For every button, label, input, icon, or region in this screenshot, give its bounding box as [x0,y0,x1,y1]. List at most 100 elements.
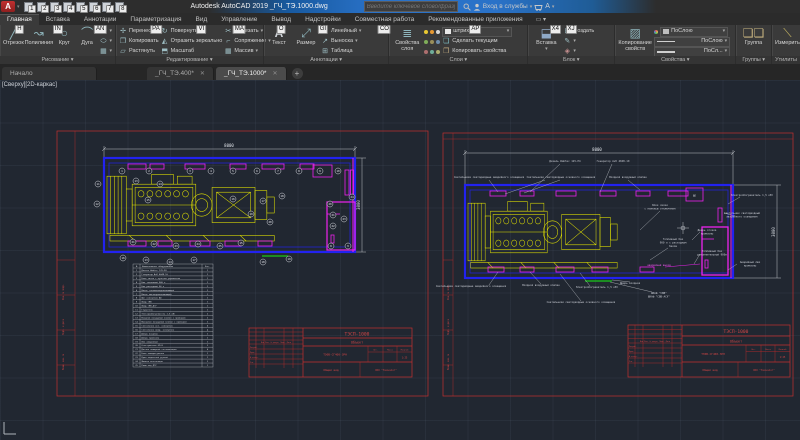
table-button[interactable]: ⊞Таблица [321,47,361,56]
qat-button[interactable]: 5 [76,2,86,12]
mirror-button[interactable]: ◭Отразить зеркально [161,37,223,46]
keytip-badge: 5 [80,5,87,13]
qat-button[interactable]: 8 [115,2,125,12]
rotate-button[interactable]: ↻Повернуть [161,27,223,36]
close-tab-icon[interactable]: ✕ [200,70,205,77]
svg-text:Генератор AvK 4048.10: Генератор AvK 4048.10 [142,273,169,276]
svg-text:Входной воздушный клапан: Входной воздушный клапан [609,175,647,179]
ribbon-tab-featured-apps[interactable]: Рекомендованные приложенияAP [421,15,529,25]
color-dropdown[interactable]: ПоСлою▾ [660,27,728,37]
measure-button[interactable]: ⟍Измерить [775,26,800,46]
lineweight-control[interactable]: ПоСл...▾ [654,47,732,56]
left-sheet: Инв. № подл. Подп. и дата Взам. инв. № 8… [57,131,428,396]
search-icon[interactable] [463,3,471,11]
ribbon-tab-collaborate[interactable]: Совместная работаCO [348,15,421,25]
panel-title-properties[interactable]: Свойства ▾ [615,56,735,64]
ribbon-tab-annotate[interactable]: АннотацииAN [77,15,124,25]
right-sheet: Инв. № подл. Подп. и дата Взам. инв. № 8… [436,133,793,396]
panel-title-modify[interactable]: Редактирование ▾ [116,56,263,64]
ribbon-tab-home[interactable]: ГлавнаяH [0,14,39,25]
svg-text:Огнетушитель ОП-8: Огнетушитель ОП-8 [142,345,164,347]
block-attributes-button[interactable]: ◈▾ [563,47,594,56]
panel-title-utilities[interactable]: Утилиты [772,56,800,64]
match-properties-button[interactable]: ▨Копирование свойств [618,26,652,52]
svg-text:1: 1 [207,302,209,304]
app-menu-caret-icon[interactable]: ▾ [17,4,20,10]
ribbon-tab-addins[interactable]: НадстройкиGI [298,15,348,25]
account-caret-icon[interactable]: ▾ [552,4,555,10]
titleblock-org: ООО "Технолог" [375,368,397,372]
search-input[interactable] [364,1,458,12]
file-tab-start[interactable]: Начало [2,67,97,80]
scale-button[interactable]: ⬒Масштаб [161,47,223,56]
ribbon-tab-manage[interactable]: УправлениеMA [214,15,264,25]
ribbon-tab-insert[interactable]: ВставкаIN [39,15,77,25]
panel-title-layers[interactable]: Слои ▾ [389,56,527,64]
layer-prev-icon [430,40,434,44]
ribbon-tab-view[interactable]: ВидVI [189,15,215,25]
svg-text:Кран подвесной ручной: Кран подвесной ручной [142,356,169,359]
hatch-button[interactable]: ▦▾ [99,47,112,56]
ribbon-collapse-button[interactable]: ▭ ▾ X4 XJ [536,16,546,23]
close-tab-icon[interactable]: ✕ [272,70,277,77]
signin-label[interactable]: Вход в службы [483,3,528,10]
svg-text:1: 1 [207,286,209,288]
make-current-button[interactable]: ❏ Сделать текущим [424,37,524,46]
keytip-badge: CO [378,25,391,34]
signin-caret-icon[interactable]: ▾ [530,4,533,10]
autodesk-account-icon[interactable]: A [545,3,550,10]
file-tab-400[interactable]: _ГЧ_ТЭ.400*✕ [147,67,214,80]
viewport-controls-label[interactable]: [Сверху][2D-каркас] [2,82,57,88]
mirror-icon: ◭ [161,37,169,46]
match-layer-button[interactable]: ❐ Копировать свойства [424,47,524,56]
qat-button[interactable]: 1 [24,2,34,12]
new-tab-button[interactable]: + [292,68,303,79]
ribbon-tab-parametric[interactable]: ПараметризацияPA [123,15,188,25]
svg-text:20: 20 [135,345,138,347]
svg-text:Шкаф СВВ: Шкаф СВВ [142,301,153,304]
signin-user-icon[interactable] [473,3,481,11]
edit-block-button[interactable]: ✎▾ [563,37,594,46]
svg-text:Электрообогреватель 1,5 кВт: Электрообогреватель 1,5 кВт [142,313,177,316]
keytip-badge: 1 [28,5,35,13]
file-tab-1000[interactable]: _ГЧ_ТЭ.1000*✕ [216,67,287,80]
ellipse-button[interactable]: ⬭▾ [99,37,112,46]
dimension-button[interactable]: ⤢Размер [293,26,319,46]
app-store-icon[interactable] [534,3,543,11]
keytip-badge: AN [94,25,106,34]
linetype-control[interactable]: ПоСлою▾ [654,37,732,46]
svg-text:1: 1 [207,310,209,312]
linetype-dropdown[interactable]: ПоСлою▾ [654,37,730,47]
group-icon: ❏❏ [743,26,765,40]
panel-title-annotation[interactable]: Аннотации ▾ [264,56,388,64]
panel-title-draw[interactable]: Рисование ▾ [0,56,115,64]
leader-button[interactable]: ↗Выноска ▾ [321,37,361,46]
attributes-icon: ◈ [563,47,571,56]
svg-text:2: 2 [207,314,209,316]
titleblock-mass: Масса [765,349,770,351]
qat-button[interactable]: 4 [63,2,73,12]
qat-button[interactable]: 3 [50,2,60,12]
lineweight-dropdown[interactable]: ПоСл...▾ [654,47,730,57]
ellipse-icon: ⬭ [99,37,107,46]
stretch-button[interactable]: ▱Растянуть [119,47,159,56]
keytip-badge: MA [233,25,246,34]
qat-button[interactable]: 6 [89,2,99,12]
copy-button[interactable]: ❐Копировать [119,37,159,46]
panel-title-groups[interactable]: Группы ▾ [736,56,771,64]
qat-button[interactable]: 2 [37,2,47,12]
app-menu-button[interactable]: A [1,1,15,12]
titleblock-role: Разраб. [629,345,637,348]
model-space-canvas[interactable]: [Сверху][2D-каркас] [0,80,800,440]
svg-text:1: 1 [207,357,209,359]
panel-title-block[interactable]: Блок ▾ [528,56,614,64]
group-button[interactable]: ❏❏Группа [739,26,767,46]
object-color-control[interactable]: ПоСлою▾ [654,27,732,36]
cad-drawing: Инв. № подл. Подп. и дата Взам. инв. № 8… [0,80,800,440]
svg-text:промзоны: промзоны [744,265,757,268]
svg-text:17: 17 [192,258,196,262]
qat-button[interactable]: 7 [102,2,112,12]
layer-properties-button[interactable]: ≣Свойства слоя [392,26,422,52]
polyline-button[interactable]: ↝Полилиния [26,26,52,46]
ribbon-tab-output[interactable]: ВыводO [264,15,298,25]
